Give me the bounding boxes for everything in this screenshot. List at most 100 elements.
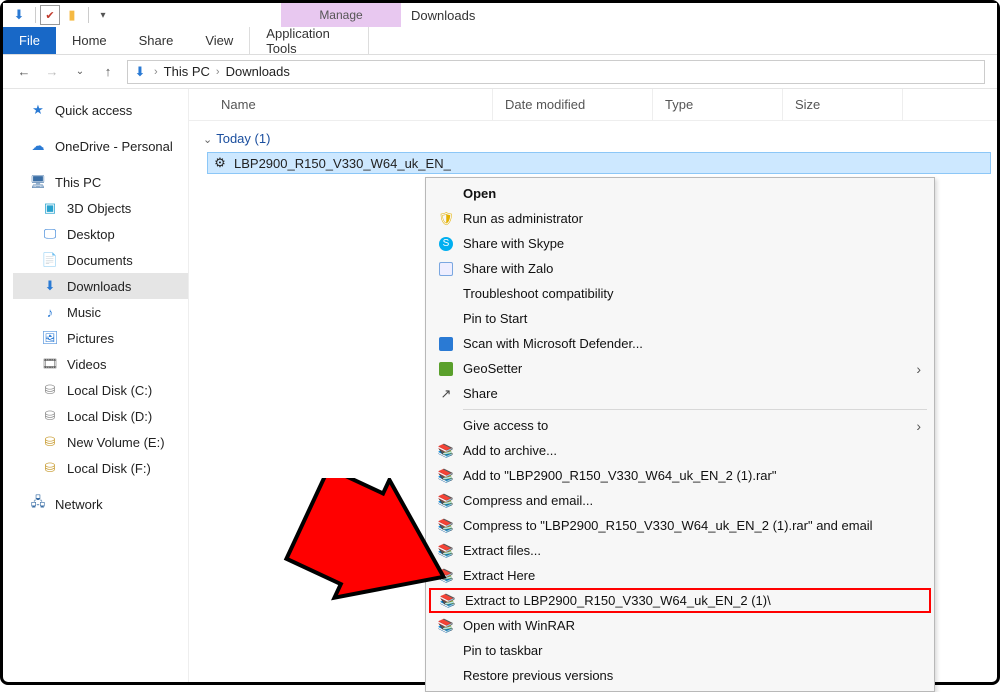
sidebar-this-pc[interactable]: 🖥 This PC [13, 169, 188, 195]
sidebar-quick-access[interactable]: ★Quick access [13, 97, 188, 123]
chevron-right-icon: › [154, 66, 158, 78]
menu-share[interactable]: ↗Share [429, 381, 931, 406]
downloads-icon: ⬇ [41, 277, 59, 295]
menu-add-to-archive[interactable]: 📚Add to archive... [429, 438, 931, 463]
tab-file[interactable]: File [3, 27, 56, 54]
context-menu: Open 🛡Run as administrator SShare with S… [425, 177, 935, 692]
menu-extract-files[interactable]: 📚Extract files... [429, 538, 931, 563]
defender-icon [437, 335, 455, 353]
menu-give-access[interactable]: Give access to› [429, 413, 931, 438]
menu-extract-here[interactable]: 📚Extract Here [429, 563, 931, 588]
navigation-bar: ← → ⌄ ↑ ⬇ › This PC › Downloads [3, 55, 997, 89]
menu-defender-scan[interactable]: Scan with Microsoft Defender... [429, 331, 931, 356]
qat-checkbox-icon[interactable]: ✔ [40, 5, 60, 25]
label: Music [67, 305, 101, 320]
sidebar-videos[interactable]: 🎞Videos [13, 351, 188, 377]
sidebar-onedrive[interactable]: ☁OneDrive - Personal [13, 133, 188, 159]
label: Local Disk (C:) [67, 383, 152, 398]
back-button[interactable]: ← [15, 63, 33, 81]
installer-icon: ⚙ [212, 155, 228, 171]
menu-troubleshoot[interactable]: Troubleshoot compatibility [429, 281, 931, 306]
qat-overflow-icon[interactable]: ▾ [93, 5, 113, 25]
tab-share[interactable]: Share [123, 27, 190, 54]
label: Documents [67, 253, 133, 268]
menu-share-zalo[interactable]: Share with Zalo [429, 256, 931, 281]
breadcrumb-leaf[interactable]: Downloads [226, 64, 290, 79]
videos-icon: 🎞 [41, 355, 59, 373]
chevron-right-icon: › [216, 66, 220, 78]
menu-add-to-named-rar[interactable]: 📚Add to "LBP2900_R150_V330_W64_uk_EN_2 (… [429, 463, 931, 488]
sidebar-3d-objects[interactable]: ▣ 3D Objects [13, 195, 188, 221]
label: Downloads [67, 279, 131, 294]
col-modified[interactable]: Date modified [493, 89, 653, 120]
sidebar-disk-e[interactable]: ⛁New Volume (E:) [13, 429, 188, 455]
star-icon: ★ [29, 101, 47, 119]
drive-icon: ⛁ [41, 407, 59, 425]
address-bar[interactable]: ⬇ › This PC › Downloads [127, 60, 985, 84]
sidebar-documents[interactable]: 📄 Documents [13, 247, 188, 273]
label: OneDrive - Personal [55, 139, 173, 154]
forward-button: → [43, 63, 61, 81]
tab-application-tools[interactable]: Application Tools [249, 27, 369, 54]
label: Local Disk (D:) [67, 409, 152, 424]
music-icon: ♪ [41, 303, 59, 321]
app-arrow-icon: ⬇ [9, 5, 29, 25]
menu-compress-email[interactable]: 📚Compress and email... [429, 488, 931, 513]
menu-compress-to-email[interactable]: 📚Compress to "LBP2900_R150_V330_W64_uk_E… [429, 513, 931, 538]
menu-open-with-winrar[interactable]: 📚Open with WinRAR [429, 613, 931, 638]
ribbon: File Home Share View Application Tools [3, 27, 997, 55]
menu-geosetter[interactable]: GeoSetter› [429, 356, 931, 381]
sidebar-pictures[interactable]: 🖼 Pictures [13, 325, 188, 351]
sidebar-disk-d[interactable]: ⛁ Local Disk (D:) [13, 403, 188, 429]
pc-icon: 🖥 [29, 173, 47, 191]
menu-restore-previous[interactable]: Restore previous versions [429, 663, 931, 688]
desktop-icon: 🖵 [41, 225, 59, 243]
sidebar-network[interactable]: 🖧Network [13, 491, 188, 517]
group-header-today[interactable]: ⌄Today (1) [189, 121, 997, 150]
label: Local Disk (F:) [67, 461, 151, 476]
menu-separator [463, 409, 927, 410]
col-size[interactable]: Size [783, 89, 903, 120]
menu-open[interactable]: Open [429, 181, 931, 206]
sidebar-disk-f[interactable]: ⛁ Local Disk (F:) [13, 455, 188, 481]
documents-icon: 📄 [41, 251, 59, 269]
winrar-icon: 📚 [437, 442, 455, 460]
downloads-glyph-icon: ⬇ [132, 64, 148, 80]
breadcrumb-root[interactable]: This PC [164, 64, 210, 79]
drive-icon: ⛁ [41, 459, 59, 477]
tab-view[interactable]: View [189, 27, 249, 54]
label: Network [55, 497, 103, 512]
file-row-selected[interactable]: ⚙ LBP2900_R150_V330_W64_uk_EN_ [207, 152, 991, 174]
menu-extract-to-folder[interactable]: 📚Extract to LBP2900_R150_V330_W64_uk_EN_… [429, 588, 931, 613]
pictures-icon: 🖼 [41, 329, 59, 347]
col-name[interactable]: Name [209, 89, 493, 120]
chevron-right-icon: › [916, 361, 921, 377]
qat-folder-icon[interactable]: ▮ [62, 5, 82, 25]
menu-run-as-admin[interactable]: 🛡Run as administrator [429, 206, 931, 231]
label: 3D Objects [67, 201, 131, 216]
menu-pin-to-start[interactable]: Pin to Start [429, 306, 931, 331]
col-type[interactable]: Type [653, 89, 783, 120]
column-headers: Name Date modified Type Size [189, 89, 997, 121]
drive-icon: ⛁ [41, 433, 59, 451]
geosetter-icon [437, 360, 455, 378]
recent-locations-button[interactable]: ⌄ [71, 63, 89, 81]
tab-manage[interactable]: Manage [281, 3, 401, 27]
label: Pictures [67, 331, 114, 346]
menu-share-skype[interactable]: SShare with Skype [429, 231, 931, 256]
drive-icon: ⛁ [41, 381, 59, 399]
label: This PC [55, 175, 101, 190]
sidebar-disk-c[interactable]: ⛁ Local Disk (C:) [13, 377, 188, 403]
winrar-icon: 📚 [437, 617, 455, 635]
title-bar: ⬇ ✔ ▮ ▾ Manage Downloads [3, 3, 997, 27]
menu-pin-to-taskbar[interactable]: Pin to taskbar [429, 638, 931, 663]
tab-home[interactable]: Home [56, 27, 123, 54]
navigation-pane: ★Quick access ☁OneDrive - Personal 🖥 This… [3, 89, 188, 682]
shield-icon: 🛡 [437, 210, 455, 228]
up-button[interactable]: ↑ [99, 63, 117, 81]
chevron-down-icon: ⌄ [203, 134, 212, 146]
sidebar-downloads[interactable]: ⬇ Downloads [13, 273, 188, 299]
sidebar-desktop[interactable]: 🖵Desktop [13, 221, 188, 247]
cube-icon: ▣ [41, 199, 59, 217]
sidebar-music[interactable]: ♪ Music [13, 299, 188, 325]
